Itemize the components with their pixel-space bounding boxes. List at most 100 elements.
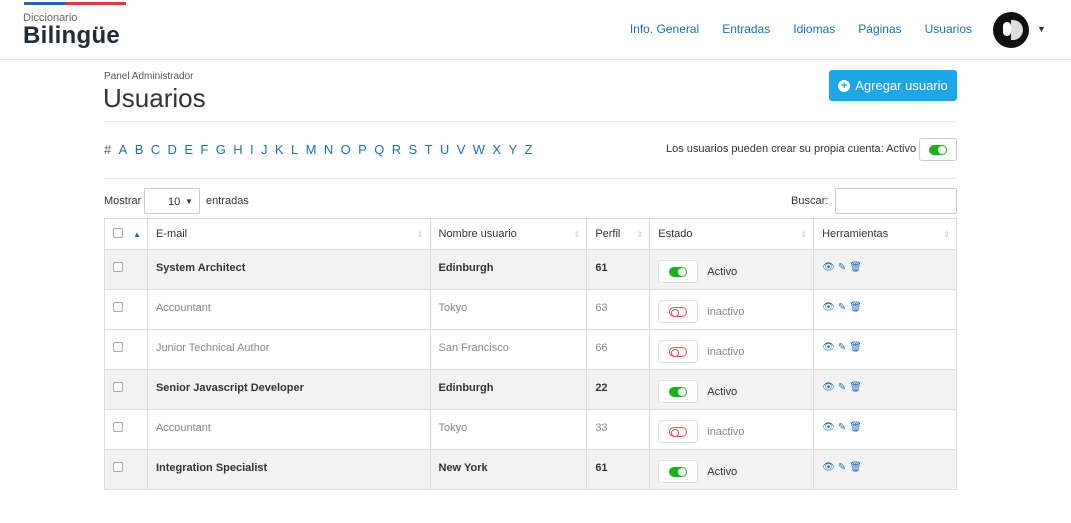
row-checkbox[interactable] <box>113 262 123 272</box>
toggle-off-icon <box>669 346 688 357</box>
sort-asc-icon[interactable]: ▲ <box>133 230 141 239</box>
status-toggle[interactable] <box>658 260 699 283</box>
column-status[interactable]: Estado ⇕ <box>649 218 815 250</box>
edit-icon[interactable]: ✎ <box>838 422 846 433</box>
alphabet-letter-g[interactable]: G <box>216 142 226 157</box>
row-checkbox[interactable] <box>113 302 123 312</box>
alphabet-letter-hash[interactable]: # <box>104 142 111 157</box>
alphabet-letter-c[interactable]: C <box>151 142 160 157</box>
status-toggle[interactable] <box>658 420 699 443</box>
row-checkbox[interactable] <box>113 382 123 392</box>
trash-icon[interactable]: 🗑 <box>849 382 862 393</box>
alphabet-letter-a[interactable]: A <box>119 142 128 157</box>
column-email[interactable]: E-mail ⇕ <box>146 218 431 250</box>
main-nav: Info. General Entradas Idiomas Páginas U… <box>607 22 972 36</box>
toggle-on-icon <box>669 266 688 277</box>
nav-usuarios[interactable]: Usuarios <box>925 22 972 36</box>
caret-down-icon[interactable]: ▼ <box>1037 24 1046 34</box>
alphabet-letter-y[interactable]: Y <box>508 142 517 157</box>
eye-icon[interactable]: 👁 <box>822 342 835 353</box>
column-tools[interactable]: Herramientas ⇕ <box>813 218 957 250</box>
alphabet-letter-p[interactable]: P <box>358 142 367 157</box>
brand-color-bar <box>24 2 126 5</box>
status-label: Activo <box>707 385 738 398</box>
email-cell: Accountant <box>146 289 431 330</box>
status-label: inactivo <box>707 425 745 438</box>
sort-icon: ⇕ <box>636 230 644 239</box>
edit-icon[interactable]: ✎ <box>838 262 846 273</box>
status-toggle[interactable] <box>658 300 699 323</box>
row-checkbox[interactable] <box>113 422 123 432</box>
brand-logo[interactable]: Bilingüe <box>23 22 120 50</box>
alphabet-letter-m[interactable]: M <box>306 142 317 157</box>
eye-icon[interactable]: 👁 <box>822 422 835 433</box>
eye-icon[interactable]: 👁 <box>822 262 835 273</box>
edit-icon[interactable]: ✎ <box>838 382 846 393</box>
trash-icon[interactable]: 🗑 <box>849 422 862 433</box>
add-user-button[interactable]: + Agregar usuario <box>829 70 957 101</box>
alphabet-letter-u[interactable]: U <box>440 142 449 157</box>
nav-entradas[interactable]: Entradas <box>722 22 770 36</box>
alphabet-letter-k[interactable]: K <box>275 142 284 157</box>
nav-info-general[interactable]: Info. General <box>630 22 699 36</box>
alphabet-letter-t[interactable]: T <box>425 142 433 157</box>
trash-icon[interactable]: 🗑 <box>849 342 862 353</box>
row-select-cell <box>104 249 148 290</box>
trash-icon[interactable]: 🗑 <box>849 462 862 473</box>
row-checkbox[interactable] <box>113 462 123 472</box>
trash-icon[interactable]: 🗑 <box>849 302 862 313</box>
eye-icon[interactable]: 👁 <box>822 382 835 393</box>
alphabet-letter-n[interactable]: N <box>324 142 333 157</box>
table-row: Accountant Tokyo 33 inactivo 👁 ✎ 🗑 <box>104 409 957 450</box>
status-label: Activo <box>707 465 738 478</box>
alphabet-letter-s[interactable]: S <box>409 142 418 157</box>
status-toggle[interactable] <box>658 340 699 363</box>
user-avatar[interactable] <box>993 12 1029 48</box>
search-input[interactable] <box>835 188 957 214</box>
alphabet-letter-b[interactable]: B <box>135 142 144 157</box>
alphabet-letter-x[interactable]: X <box>492 142 501 157</box>
alphabet-letter-w[interactable]: W <box>473 142 485 157</box>
show-label: Mostrar <box>104 195 142 207</box>
row-select-cell <box>104 409 148 450</box>
eye-icon[interactable]: 👁 <box>822 462 835 473</box>
table-row: System Architect Edinburgh 61 Activo 👁 ✎ 🗑 <box>104 249 957 290</box>
edit-icon[interactable]: ✎ <box>838 462 846 473</box>
alphabet-letter-e[interactable]: E <box>184 142 193 157</box>
alphabet-letter-q[interactable]: Q <box>374 142 384 157</box>
table-row: Senior Javascript Developer Edinburgh 22 Ac… <box>104 369 957 410</box>
trash-icon[interactable]: 🗑 <box>849 262 862 273</box>
sort-icon: ⇕ <box>800 230 808 239</box>
alphabet-letter-l[interactable]: L <box>291 142 298 157</box>
alphabet-letter-z[interactable]: Z <box>525 142 533 157</box>
email-cell: Accountant <box>146 409 431 450</box>
alphabet-letter-o[interactable]: O <box>341 142 351 157</box>
alphabet-letter-j[interactable]: J <box>261 142 268 157</box>
username-cell: San Francisco <box>429 329 588 370</box>
page-title: Usuarios <box>103 83 206 113</box>
column-profile[interactable]: Perfil ⇕ <box>586 218 651 250</box>
column-username[interactable]: Nombre usuario ⇕ <box>429 218 588 250</box>
edit-icon[interactable]: ✎ <box>838 342 846 353</box>
status-toggle[interactable] <box>658 380 699 403</box>
toggle-off-icon <box>669 426 688 437</box>
page-length-select[interactable]: 10 ▼ <box>144 188 200 214</box>
alphabet-letter-r[interactable]: R <box>392 142 401 157</box>
alphabet-letter-d[interactable]: D <box>168 142 177 157</box>
nav-paginas[interactable]: Páginas <box>858 22 901 36</box>
eye-icon[interactable]: 👁 <box>822 302 835 313</box>
alphabet-letter-f[interactable]: F <box>200 142 208 157</box>
select-all-header[interactable]: ▲ <box>104 218 148 250</box>
email-cell: Integration Specialist <box>146 449 431 490</box>
row-checkbox[interactable] <box>113 342 123 352</box>
alphabet-letter-h[interactable]: H <box>233 142 242 157</box>
self-register-toggle[interactable] <box>919 138 957 161</box>
alphabet-letter-i[interactable]: I <box>250 142 254 157</box>
nav-idiomas[interactable]: Idiomas <box>793 22 835 36</box>
alphabet-letter-v[interactable]: V <box>457 142 466 157</box>
edit-icon[interactable]: ✎ <box>838 302 846 313</box>
select-all-checkbox[interactable] <box>113 227 123 238</box>
profile-cell: 63 <box>586 289 651 330</box>
status-toggle[interactable] <box>658 460 699 483</box>
sort-icon: ⇕ <box>943 230 950 239</box>
